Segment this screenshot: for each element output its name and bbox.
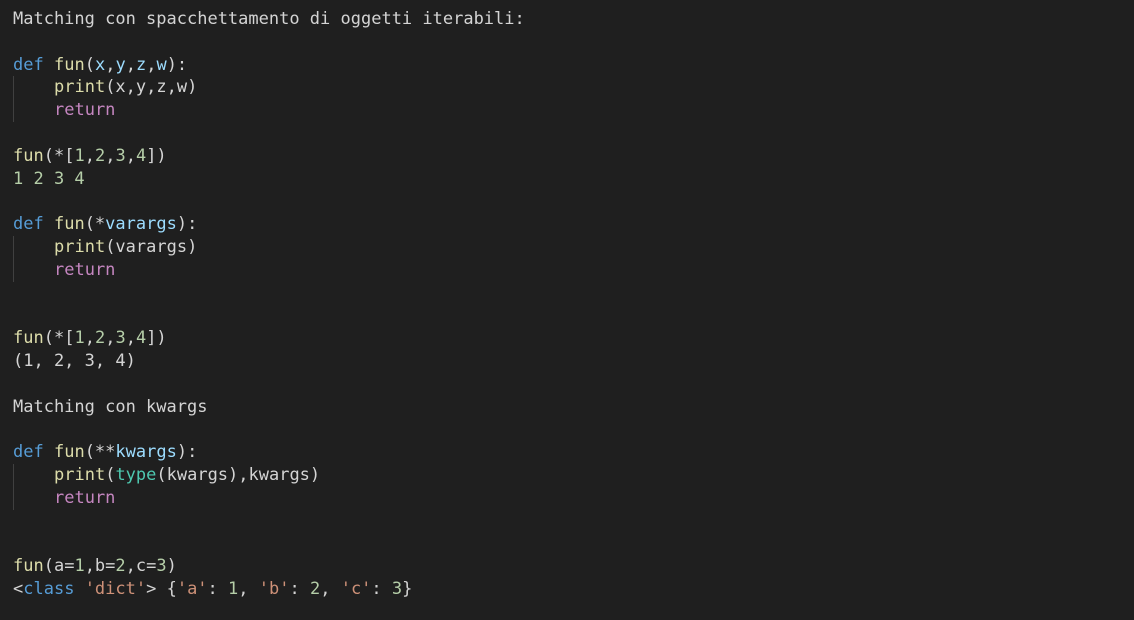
code-line-def-fun-kwargs: def fun(**kwargs):: [13, 442, 198, 463]
output-line-3: <class 'dict'> {'a': 1, 'b': 2, 'c': 3}: [13, 578, 413, 599]
code-line-return: return: [13, 258, 525, 282]
indent-guide: [13, 99, 14, 122]
indent-guide: [13, 235, 14, 259]
code-line-print-xyzw: print(x,y,z,w): [13, 76, 525, 100]
code-line-return: return: [13, 486, 525, 510]
code-line-def-fun-xyzw: def fun(x,y,z,w):: [13, 54, 188, 75]
code-editor[interactable]: Matching con spacchettamento di oggetti …: [13, 8, 525, 601]
code-line-return: return: [13, 99, 525, 122]
code-line-call-fun-kwargs: fun(a=1,b=2,c=3): [13, 556, 177, 577]
code-line-print-type-kwargs: print(type(kwargs),kwargs): [13, 463, 525, 487]
code-line-call-fun-unpack-list: fun(*[1,2,3,4]): [13, 145, 167, 166]
heading-iterable-unpacking: Matching con spacchettamento di oggetti …: [13, 9, 525, 29]
code-line-print-varargs: print(varargs): [13, 235, 525, 259]
indent-guide: [13, 486, 14, 510]
heading-kwargs: Matching con kwargs: [13, 396, 208, 417]
indent-guide: [13, 463, 14, 487]
output-line-2: (1, 2, 3, 4): [13, 350, 136, 371]
indent-guide: [13, 258, 14, 282]
output-line-1: 1 2 3 4: [13, 168, 85, 189]
code-line-def-fun-varargs: def fun(*varargs):: [13, 214, 198, 235]
indent-guide: [13, 76, 14, 100]
code-line-call-fun-unpack-list: fun(*[1,2,3,4]): [13, 328, 167, 349]
